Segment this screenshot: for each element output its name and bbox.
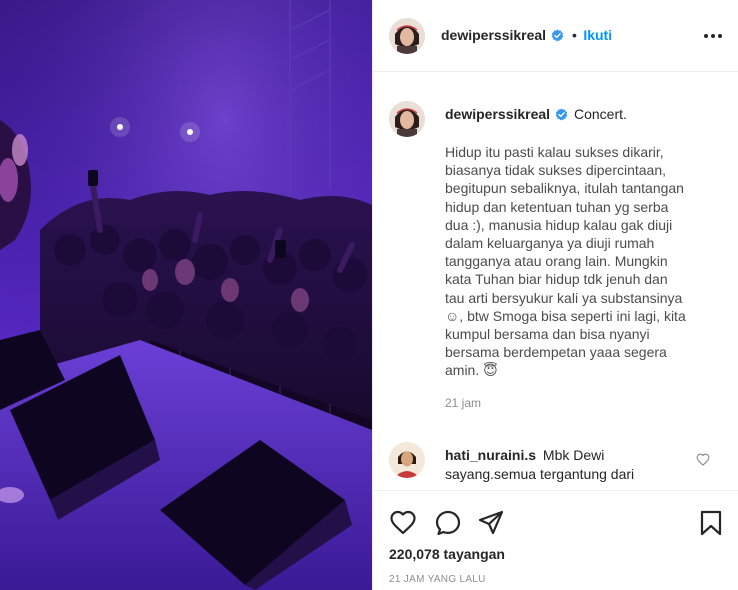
comment-text-line: sayang.semua tergantung dari <box>445 465 635 482</box>
caption-timestamp[interactable]: 21 jam <box>445 394 717 412</box>
post-timestamp[interactable]: 21 JAM YANG LALU <box>389 574 486 585</box>
bookmark-icon[interactable] <box>697 509 725 537</box>
caption-author-username[interactable]: dewiperssikreal <box>445 106 550 122</box>
caption-line: hidup dan ketentuan tuhan yg serba <box>445 198 669 215</box>
caption-line: begitupun sebaliknya, itulah tantangan <box>445 180 684 197</box>
caption-line: tangganya atau orang lain. Mungkin <box>445 253 668 270</box>
follow-button[interactable]: Ikuti <box>583 27 612 43</box>
caption-line: kumpul bersama dan bisa nyanyi <box>445 326 650 343</box>
caption-line: amin. 😇 <box>445 362 498 379</box>
small-heart-icon[interactable] <box>696 453 710 466</box>
caption-line: ☺, btw Smoga bisa seperti ini lagi, kita <box>445 307 686 324</box>
commenter-username[interactable]: hati_nuraini.s <box>445 447 536 463</box>
post-detail-panel: dewiperssikreal • Ikuti dewiperssikreal … <box>372 0 738 590</box>
comment-faded-line <box>445 483 705 490</box>
author-avatar[interactable] <box>389 18 425 54</box>
caption-header: dewiperssikreal Concert. <box>445 105 627 124</box>
comment-item: hati_nuraini.s Mbk Dewi sayang.semua ter… <box>445 446 705 490</box>
post-actions: 220,078 tayangan 21 JAM YANG LALU <box>373 490 738 590</box>
post-header: dewiperssikreal • Ikuti <box>373 0 738 72</box>
heart-icon[interactable] <box>389 509 417 537</box>
commenter-avatar[interactable] <box>389 442 425 478</box>
caption-line: kata Tuhan biar hidup tdk jenuh dan <box>445 271 668 288</box>
caption-line: dalam keluarganya ya diuji rumah <box>445 235 655 252</box>
comment-bubble-icon[interactable] <box>434 509 462 537</box>
caption-line: biasanya tidak sukses dipercintaan, <box>445 162 667 179</box>
caption-line: bersama berdempetan yaaa segera <box>445 344 667 361</box>
header-separator: • <box>571 27 577 43</box>
post-media-concert-photo[interactable] <box>0 0 372 590</box>
verified-badge-icon <box>551 29 563 42</box>
paper-plane-icon[interactable] <box>477 509 505 537</box>
concert-scene <box>0 0 372 590</box>
view-count[interactable]: 220,078 tayangan <box>389 546 505 562</box>
caption-title: Concert. <box>573 106 627 122</box>
comment-text-line: Mbk Dewi <box>542 447 605 463</box>
caption-line: dua :), manusia hidup kalau gak diuji <box>445 216 673 233</box>
caption-line: tau arti bersyukur kali ya substansinya <box>445 289 683 306</box>
caption-author-avatar[interactable] <box>389 101 425 137</box>
caption-line: Hidup itu pasti kalau sukses dikarir, <box>445 144 664 160</box>
comments-list[interactable]: dewiperssikreal Concert. Hidup itu pasti… <box>373 73 738 490</box>
caption-body: Hidup itu pasti kalau sukses dikarir, bi… <box>445 143 717 412</box>
author-username[interactable]: dewiperssikreal <box>441 27 546 43</box>
more-options-icon[interactable] <box>703 26 723 46</box>
verified-badge-icon <box>555 108 567 121</box>
